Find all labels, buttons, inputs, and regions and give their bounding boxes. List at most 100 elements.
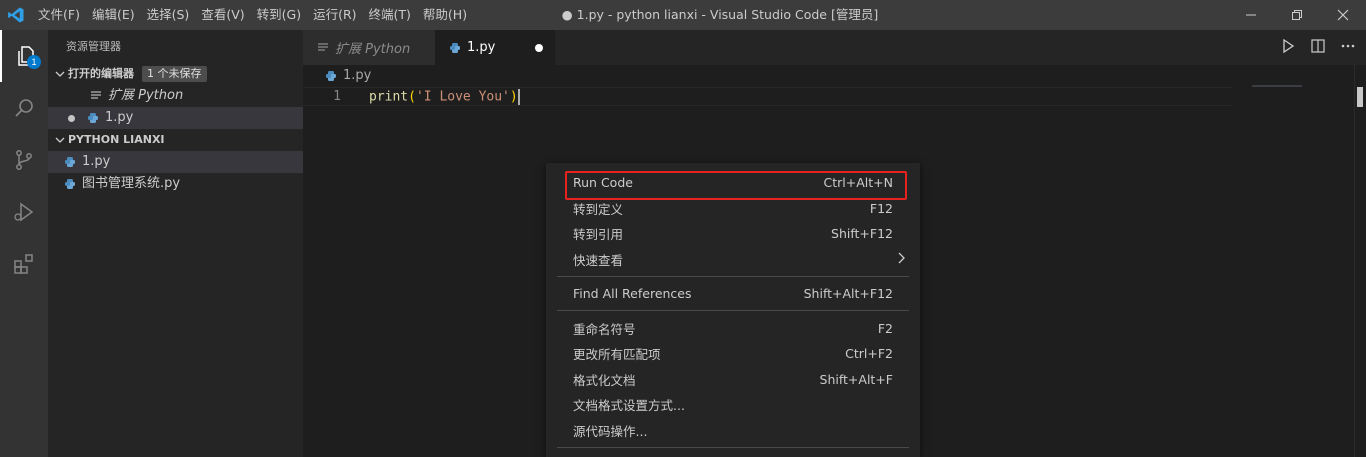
menu-go[interactable]: 转到(G) (251, 0, 307, 30)
menu-item-find-all-references[interactable]: Find All References Shift+Alt+F12 (546, 281, 920, 307)
menu-item-run-code[interactable]: Run Code Ctrl+Alt+N (546, 170, 920, 200)
folder-label: PYTHON LIANXI (68, 133, 165, 146)
menu-item-label: 重命名符号 (573, 321, 636, 337)
close-window-button[interactable] (1320, 0, 1366, 30)
open-editor-label: 1.py (105, 110, 134, 125)
source-control-button[interactable] (0, 134, 48, 186)
menu-item-label: 文档格式设置方式... (573, 398, 685, 414)
close-icon (1337, 9, 1349, 21)
run-debug-button[interactable] (0, 186, 48, 238)
menu-item-peek[interactable]: 快速查看 (546, 247, 920, 273)
tab-extension-python[interactable]: 扩展 Python (303, 30, 435, 65)
window-title: ● 1.py - python lianxi - Visual Studio C… (561, 7, 879, 22)
dirty-dot-icon (68, 114, 75, 122)
tab-bar: 扩展 Python 1.py (303, 30, 1366, 65)
token-function: print (369, 89, 409, 104)
explorer-sidebar: 资源管理器 打开的编辑器 1 个未保存 扩展 Python 1.py PYTHO… (48, 30, 303, 457)
menu-file[interactable]: 文件(F) (32, 0, 86, 30)
open-editor-item-extension-python[interactable]: 扩展 Python (48, 85, 303, 107)
chevron-down-icon (52, 135, 68, 145)
run-button[interactable] (1280, 38, 1296, 58)
text-cursor (517, 88, 520, 105)
python-file-icon (85, 110, 101, 126)
folder-header[interactable]: PYTHON LIANXI (48, 129, 303, 151)
menu-item-shortcut: F12 (869, 200, 893, 216)
menu-item-label: 格式化文档 (573, 372, 636, 388)
token-string: 'I Love You' (415, 89, 510, 104)
menu-item-label: 源代码操作... (573, 423, 648, 439)
chevron-down-icon (52, 69, 68, 79)
menu-separator (557, 446, 909, 448)
code-line[interactable]: 1 print('I Love You') (303, 87, 1233, 106)
menu-item-label: Find All References (573, 286, 692, 302)
menu-item-source-action[interactable]: 源代码操作... (546, 418, 920, 444)
menu-item-shortcut: Ctrl+Alt+N (823, 175, 893, 191)
scrollbar-thumb[interactable] (1357, 87, 1363, 107)
list-icon (315, 40, 331, 56)
open-editors-label: 打开的编辑器 (68, 67, 134, 80)
file-item-library-system[interactable]: 图书管理系统.py (48, 173, 303, 195)
menu-separator (557, 310, 909, 311)
python-file-icon (62, 154, 78, 170)
python-file-icon (447, 40, 463, 56)
menu-item-label: 转到引用 (573, 227, 624, 243)
tab-label: 扩展 Python (335, 42, 411, 57)
more-icon (1341, 44, 1355, 47)
menu-item-go-to-definition[interactable]: 转到定义 F12 (546, 196, 920, 222)
search-icon (15, 99, 33, 117)
scrollbar-track[interactable] (1354, 65, 1366, 457)
source-control-icon (16, 150, 32, 170)
menu-item-label: 更改所有匹配项 (573, 347, 661, 363)
split-editor-button[interactable] (1310, 38, 1326, 58)
window-controls (1228, 0, 1366, 30)
run-debug-icon (14, 202, 34, 222)
token-paren: ( (408, 89, 416, 104)
minimap[interactable] (1252, 85, 1302, 87)
open-editor-item-1py[interactable]: 1.py (48, 107, 303, 129)
restore-button[interactable] (1274, 0, 1320, 30)
split-editor-icon (1311, 38, 1325, 53)
breadcrumb[interactable]: 1.py (303, 65, 1366, 87)
line-number: 1 (333, 89, 341, 104)
menu-selection[interactable]: 选择(S) (141, 0, 196, 30)
menu-item-shortcut: F2 (877, 320, 893, 336)
search-button[interactable] (0, 82, 48, 134)
menu-view[interactable]: 查看(V) (195, 0, 250, 30)
file-item-1py[interactable]: 1.py (48, 151, 303, 173)
menu-item-label: 快速查看 (573, 252, 624, 268)
unsaved-dot-icon[interactable] (535, 43, 543, 52)
explorer-button[interactable]: 1 (0, 30, 48, 82)
menu-item-format-document[interactable]: 格式化文档 Shift+Alt+F (546, 367, 920, 393)
list-icon (88, 88, 104, 104)
menu-item-change-all-occurrences[interactable]: 更改所有匹配项 Ctrl+F2 (546, 341, 920, 367)
open-editor-label: 扩展 Python (108, 88, 184, 103)
file-label: 1.py (82, 154, 111, 169)
menu-item-label: 转到定义 (573, 201, 624, 217)
editor-actions (1280, 30, 1356, 65)
python-file-icon (323, 68, 339, 84)
menu-separator (557, 275, 909, 277)
minimize-button[interactable] (1228, 0, 1274, 30)
open-editors-header[interactable]: 打开的编辑器 1 个未保存 (48, 63, 303, 85)
explorer-badge: 1 (27, 55, 41, 69)
chevron-right-icon (897, 252, 905, 267)
file-label: 图书管理系统.py (82, 176, 181, 191)
unsaved-badge: 1 个未保存 (142, 66, 207, 82)
menu-bar: 文件(F) 编辑(E) 选择(S) 查看(V) 转到(G) 运行(R) 终端(T… (32, 0, 473, 30)
menu-run[interactable]: 运行(R) (307, 0, 362, 30)
menu-edit[interactable]: 编辑(E) (86, 0, 141, 30)
menu-terminal[interactable]: 终端(T) (363, 0, 417, 30)
menu-item-shortcut: Ctrl+F2 (845, 346, 893, 362)
extensions-button[interactable] (0, 238, 48, 290)
menu-item-go-to-references[interactable]: 转到引用 Shift+F12 (546, 221, 920, 247)
more-actions-button[interactable] (1340, 38, 1356, 58)
vscode-logo-icon (0, 0, 32, 30)
token-paren: ) (509, 89, 518, 104)
menu-item-rename-symbol[interactable]: 重命名符号 F2 (546, 316, 920, 342)
sidebar-title: 资源管理器 (66, 40, 121, 53)
tab-1py[interactable]: 1.py (435, 30, 555, 65)
minimize-icon (1246, 14, 1256, 16)
tab-label: 1.py (467, 40, 496, 55)
menu-item-format-document-with[interactable]: 文档格式设置方式... (546, 392, 920, 418)
code-text[interactable]: print('I Love You') (345, 88, 520, 105)
